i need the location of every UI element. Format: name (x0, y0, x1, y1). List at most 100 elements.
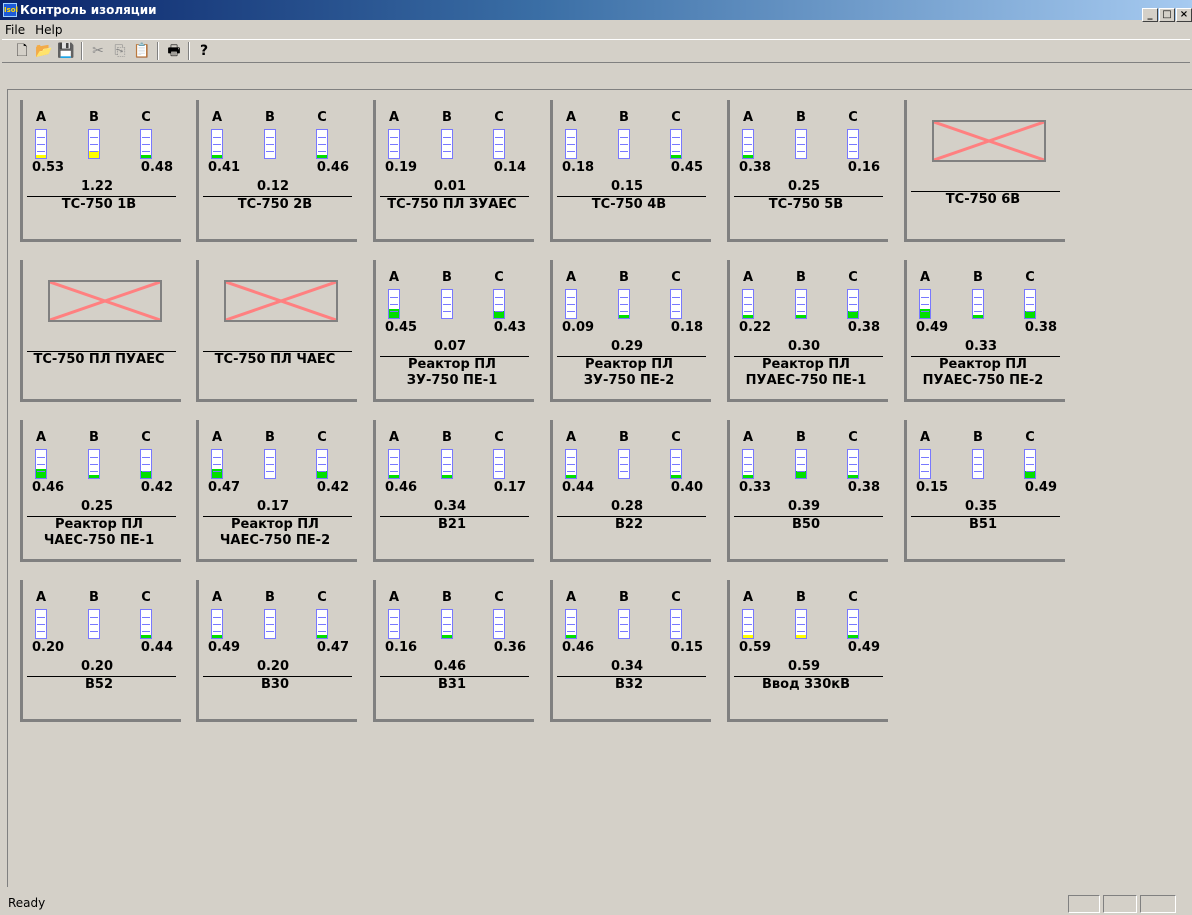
bar-segment (567, 631, 575, 632)
panel-name: B21 (438, 517, 466, 532)
bar-segment (672, 464, 680, 465)
insulation-panel[interactable]: A B C 0.59 0.49 0.59 Ввод 330кВ (727, 580, 888, 722)
phase-level-bar-c (316, 449, 328, 479)
bar-segment (567, 137, 575, 138)
bar-segment (1026, 311, 1034, 312)
help-icon[interactable]: ? (194, 42, 214, 60)
cross-icon (934, 122, 1044, 160)
save-icon[interactable]: 💾 (56, 42, 76, 60)
bar-segment (797, 311, 805, 312)
bar-segment (797, 304, 805, 305)
new-icon[interactable]: 🗋 (12, 42, 32, 60)
phase-level-bar-c (847, 129, 859, 159)
insulation-panel[interactable]: A B C 0.49 0.38 0.33 Реактор ПЛ ПУАЕС-750 ПЕ-2 (904, 260, 1065, 402)
insulation-panel[interactable]: A B C 0.46 0.42 0.25 Реактор ПЛ ЧАЕС-750 ПЕ-1 (20, 420, 181, 562)
insulation-panel[interactable]: A B C 0.41 0.46 0.12 ТС-750 2В (196, 100, 357, 242)
level-fill (442, 475, 452, 478)
bar-segment (390, 297, 398, 298)
insulation-panel[interactable]: A B C 0.38 0.16 0.25 ТС-750 5В (727, 100, 888, 242)
insulation-panel[interactable]: A B C 0.15 0.49 0.35 B51 (904, 420, 1065, 562)
phase-level-bar-b (88, 609, 100, 639)
phase-level-bar-c (847, 609, 859, 639)
total-value: 0.15 (610, 179, 644, 194)
insulation-panel[interactable]: A B C 0.46 0.15 0.34 B32 (550, 580, 711, 722)
bar-segment (567, 617, 575, 618)
toolbar-separator (81, 42, 83, 60)
bar-segment (37, 137, 45, 138)
insulation-panel[interactable]: A B C 0.46 0.17 0.34 B21 (373, 420, 534, 562)
phase-level-bar-c (316, 129, 328, 159)
copy-icon[interactable]: ⎘ (110, 42, 130, 60)
phase-level-bar-c (140, 609, 152, 639)
bar-segment (567, 457, 575, 458)
insulation-panel[interactable]: A B C 0.19 0.14 0.01 ТС-750 ПЛ ЗУАЕС (373, 100, 534, 242)
phase-level-bar-b (264, 609, 276, 639)
print-icon[interactable]: 🖶 (164, 42, 184, 60)
bar-segment (620, 311, 628, 312)
menu-help[interactable]: Help (30, 20, 67, 38)
phase-level-bar-a (742, 129, 754, 159)
insulation-panel[interactable]: A B C 0.33 0.38 0.39 B50 (727, 420, 888, 562)
bar-segment (921, 297, 929, 298)
bar-segment (213, 464, 221, 465)
phase-label-a: A (742, 110, 754, 125)
cut-icon[interactable]: ✂ (88, 42, 108, 60)
phase-a-value: 0.16 (385, 640, 418, 655)
open-icon[interactable]: 📂 (34, 42, 54, 60)
level-fill (89, 151, 99, 158)
level-fill (973, 315, 983, 318)
bar-segment (495, 297, 503, 298)
total-value: 0.25 (80, 499, 114, 514)
insulation-panel[interactable]: A B C 0.09 0.18 0.29 Реактор ПЛ ЗУ-750 ПЕ-2 (550, 260, 711, 402)
bar-segment (567, 464, 575, 465)
paste-icon[interactable]: 📋 (132, 42, 152, 60)
bar-segment (672, 137, 680, 138)
insulation-panel[interactable]: A B C 0.49 0.47 0.20 B30 (196, 580, 357, 722)
bar-segment (797, 137, 805, 138)
bar-segment (266, 144, 274, 145)
level-fill (743, 475, 753, 478)
status-pane (1103, 895, 1137, 913)
bar-segment (744, 624, 752, 625)
phase-level-bar-b (972, 449, 984, 479)
title-bar: Isol Контроль изоляции _ □ × (0, 0, 1192, 22)
phase-c-value: 0.38 (847, 480, 880, 495)
bar-segment (620, 144, 628, 145)
bar-segment (495, 311, 503, 312)
bar-segment (495, 137, 503, 138)
phase-label-b: B (796, 110, 806, 125)
phase-level-bar-a (565, 289, 577, 319)
bar-segment (672, 297, 680, 298)
bar-segment (213, 471, 221, 472)
phase-c-value: 0.16 (847, 160, 880, 175)
insulation-panel[interactable]: ТС-750 ПЛ ПУАЕС (20, 260, 181, 402)
cross-icon (226, 282, 336, 320)
insulation-panel[interactable]: A B C 0.18 0.45 0.15 ТС-750 4В (550, 100, 711, 242)
insulation-panel[interactable]: ТС-750 ПЛ ЧАЕС (196, 260, 357, 402)
bar-segment (443, 304, 451, 305)
bar-segment (620, 151, 628, 152)
level-fill (141, 471, 151, 478)
phase-a-value: 0.49 (208, 640, 241, 655)
insulation-panel[interactable]: A B C 0.47 0.42 0.17 Реактор ПЛ ЧАЕС-750 ПЕ-2 (196, 420, 357, 562)
insulation-panel[interactable]: A B C 0.22 0.38 0.30 Реактор ПЛ ПУАЕС-750 ПЕ-1 (727, 260, 888, 402)
bar-segment (318, 137, 326, 138)
bar-segment (213, 144, 221, 145)
insulation-panel[interactable]: A B C 0.44 0.40 0.28 B22 (550, 420, 711, 562)
insulation-panel[interactable]: A B C 0.16 0.36 0.46 B31 (373, 580, 534, 722)
bar-segment (744, 151, 752, 152)
phase-a-value: 0.15 (916, 480, 949, 495)
insulation-panel[interactable]: A B C 0.20 0.44 0.20 B52 (20, 580, 181, 722)
bar-segment (142, 617, 150, 618)
bar-segment (797, 471, 805, 472)
insulation-panel[interactable]: ТС-750 6В (904, 100, 1065, 242)
level-fill (743, 315, 753, 318)
bar-segment (495, 617, 503, 618)
phase-level-bar-b (441, 129, 453, 159)
insulation-panel[interactable]: A B C 0.53 0.48 1.22 ТС-750 1В (20, 100, 181, 242)
menu-file[interactable]: File (0, 20, 30, 38)
bar-segment (213, 151, 221, 152)
bar-segment (921, 471, 929, 472)
phase-label-c: C (141, 590, 151, 605)
insulation-panel[interactable]: A B C 0.45 0.43 0.07 Реактор ПЛ ЗУ-750 ПЕ-1 (373, 260, 534, 402)
